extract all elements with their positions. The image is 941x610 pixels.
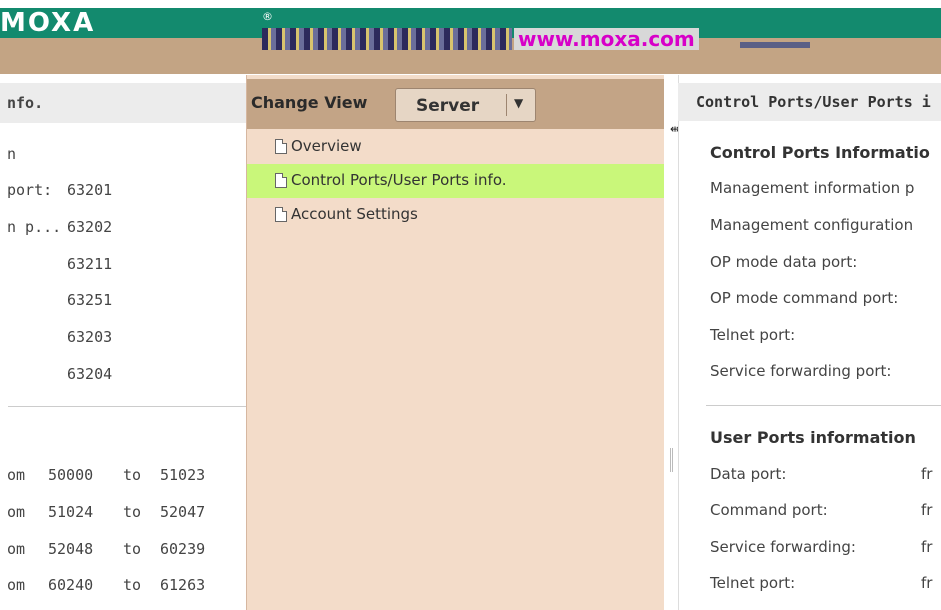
range-from: 52048 bbox=[48, 540, 94, 558]
range-to-label: to bbox=[123, 466, 142, 484]
user-port-from: fr bbox=[921, 574, 933, 592]
control-port-row: Service forwarding port: bbox=[710, 362, 892, 380]
left-section-label: n bbox=[7, 145, 17, 163]
range-from: 50000 bbox=[48, 466, 94, 484]
right-info-panel: Control Ports/User Ports i Control Ports… bbox=[678, 75, 941, 610]
user-port-row: Service forwarding: bbox=[710, 538, 856, 556]
range-from: 60240 bbox=[48, 576, 94, 594]
left-panel-header: nfo. bbox=[0, 83, 246, 123]
left-row-value: 63211 bbox=[67, 255, 113, 273]
user-port-from: fr bbox=[921, 501, 933, 519]
right-panel-border bbox=[678, 75, 679, 610]
banner-logo-graphic bbox=[262, 28, 512, 50]
left-row-label: port: bbox=[7, 181, 53, 199]
splitter-grip[interactable] bbox=[670, 448, 673, 472]
nav-item-label: Control Ports/User Ports info. bbox=[291, 171, 507, 189]
control-port-row: Management information p bbox=[710, 179, 915, 197]
view-select-value: Server bbox=[416, 96, 480, 116]
chevron-down-icon[interactable]: ▼ bbox=[514, 96, 523, 110]
range-from: 51024 bbox=[48, 503, 94, 521]
user-port-from: fr bbox=[921, 465, 933, 483]
range-from-label: om bbox=[7, 503, 26, 521]
left-row-value: 63201 bbox=[67, 181, 113, 199]
view-select[interactable]: Server ▼ bbox=[395, 88, 536, 122]
banner-decoration bbox=[740, 42, 810, 48]
nav-item-account-settings[interactable]: Account Settings bbox=[247, 198, 665, 232]
nav-item-label: Overview bbox=[291, 137, 362, 155]
user-port-row: Data port: bbox=[710, 465, 787, 483]
control-port-row: Management configuration bbox=[710, 216, 914, 234]
control-port-row: Telnet port: bbox=[710, 326, 796, 344]
left-divider bbox=[8, 406, 246, 407]
document-icon bbox=[275, 173, 287, 188]
left-row-value: 63203 bbox=[67, 328, 113, 346]
left-info-panel: nfo. n port: 63201 n p... 63202 63211 63… bbox=[0, 75, 246, 610]
user-port-from: fr bbox=[921, 538, 933, 556]
range-to-label: to bbox=[123, 576, 142, 594]
panel-splitter[interactable]: ⇹ bbox=[664, 75, 680, 610]
range-from-label: om bbox=[7, 576, 26, 594]
change-view-label: Change View bbox=[251, 93, 368, 112]
select-separator bbox=[506, 94, 507, 116]
moxa-logo: MOXA bbox=[0, 8, 96, 38]
right-panel-header: Control Ports/User Ports i bbox=[678, 83, 941, 121]
user-ports-heading: User Ports information bbox=[710, 428, 916, 447]
left-row-value: 63202 bbox=[67, 218, 113, 236]
registered-mark: ® bbox=[262, 10, 273, 23]
left-row-value: 63204 bbox=[67, 365, 113, 383]
document-icon bbox=[275, 139, 287, 154]
user-port-row: Telnet port: bbox=[710, 574, 796, 592]
document-icon bbox=[275, 207, 287, 222]
banner-tagline: www.moxa.com bbox=[514, 28, 699, 50]
nav-item-overview[interactable]: Overview bbox=[247, 130, 665, 164]
nav-item-label: Account Settings bbox=[291, 205, 418, 223]
control-ports-heading: Control Ports Informatio bbox=[710, 143, 930, 162]
change-view-toolbar: Change View Server ▼ bbox=[247, 79, 665, 129]
range-to: 60239 bbox=[160, 540, 206, 558]
control-port-row: OP mode data port: bbox=[710, 253, 858, 271]
range-to: 61263 bbox=[160, 576, 206, 594]
range-to-label: to bbox=[123, 503, 142, 521]
range-to: 52047 bbox=[160, 503, 206, 521]
range-to-label: to bbox=[123, 540, 142, 558]
user-port-row: Command port: bbox=[710, 501, 828, 519]
range-to: 51023 bbox=[160, 466, 206, 484]
range-from-label: om bbox=[7, 466, 26, 484]
header-banner: MOXA ® www.moxa.com bbox=[0, 0, 941, 75]
left-row-value: 63251 bbox=[67, 291, 113, 309]
change-view-panel: Change View Server ▼ Overview Control Po… bbox=[246, 75, 665, 610]
left-row-label: n p... bbox=[7, 218, 62, 236]
right-divider bbox=[706, 405, 941, 406]
control-port-row: OP mode command port: bbox=[710, 289, 899, 307]
range-from-label: om bbox=[7, 540, 26, 558]
nav-item-control-ports[interactable]: Control Ports/User Ports info. bbox=[247, 164, 665, 198]
